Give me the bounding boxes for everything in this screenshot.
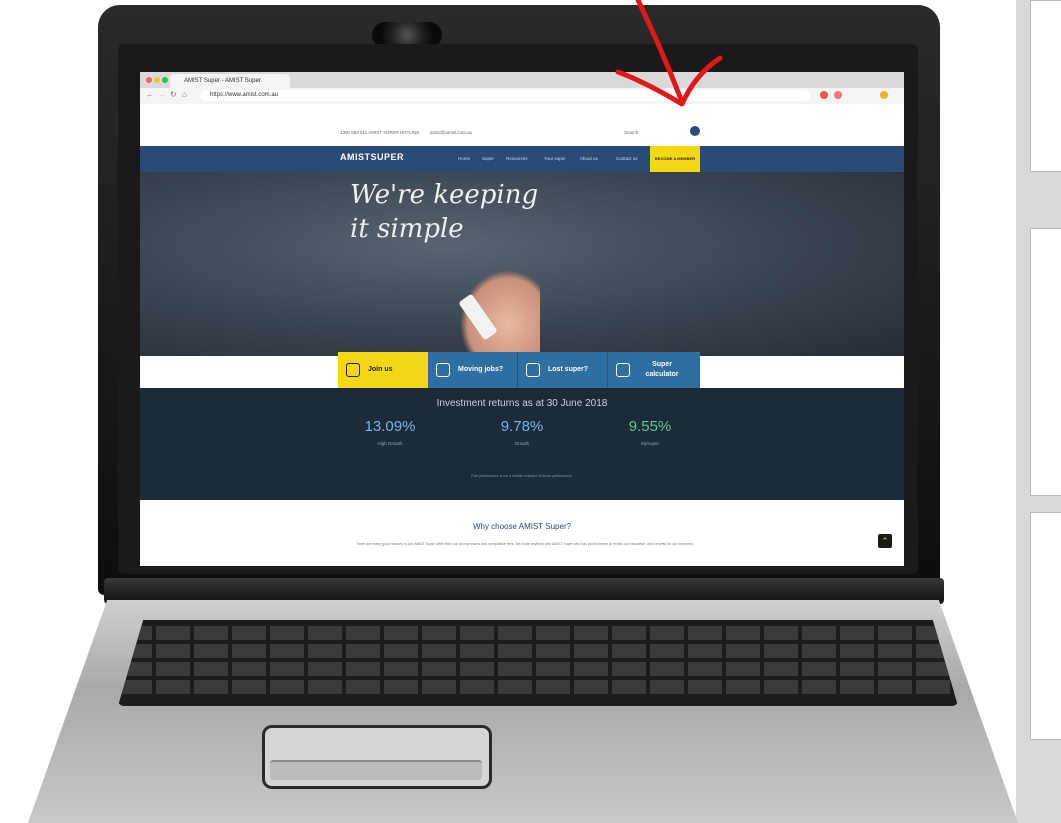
return-growth: 9.78% Growth xyxy=(462,418,582,446)
key-row xyxy=(118,644,958,658)
main-navigation: AMISTSUPER Home Super Resources Your sup… xyxy=(140,146,904,172)
site-logo[interactable]: AMISTSUPER xyxy=(340,152,404,162)
nav-item-contact[interactable]: Contact us xyxy=(616,156,638,161)
browser-tab-bar: AMIST Super - AMIST Super xyxy=(140,72,904,88)
forward-arrow-icon[interactable]: → xyxy=(158,90,166,99)
arrows-icon xyxy=(436,363,450,377)
why-choose-title: Why choose AMIST Super? xyxy=(472,522,572,531)
back-arrow-icon[interactable]: ← xyxy=(146,90,154,99)
calculator-icon xyxy=(616,363,630,377)
extension-icon[interactable] xyxy=(820,91,828,99)
touchpad-buttons xyxy=(270,760,482,780)
phone-link[interactable]: 1300 653 911 AMIST SUPER HOTLINE xyxy=(340,130,419,135)
hero-headline-line: We're keeping xyxy=(350,180,539,210)
return-value: 13.09% xyxy=(364,418,416,435)
nav-item-your-super[interactable]: Your super xyxy=(544,156,566,161)
key-row xyxy=(118,626,958,640)
nav-item-super[interactable]: Super xyxy=(482,156,494,161)
key-row xyxy=(118,662,958,676)
thumbnail-image xyxy=(1030,0,1061,172)
return-value: 9.55% xyxy=(628,418,672,435)
why-choose-body: There are many good reasons to join AMIS… xyxy=(356,542,694,546)
key-row xyxy=(118,680,958,694)
return-label: MySuper xyxy=(640,441,659,446)
investment-returns-section: Investment returns as at 30 June 2018 13… xyxy=(140,388,904,500)
search-input[interactable]: Search xyxy=(624,130,638,135)
hero-banner: We're keeping it simple xyxy=(140,172,904,360)
join-us-label: Join us xyxy=(368,366,393,373)
returns-disclaimer: Past performance is not a reliable indic… xyxy=(471,474,573,478)
join-us-button[interactable]: Join us xyxy=(338,352,428,388)
nav-item-resources[interactable]: Resources xyxy=(506,156,528,161)
lost-super-button[interactable]: Lost super? xyxy=(518,352,608,388)
scroll-to-top-button[interactable]: ⌃ xyxy=(878,534,892,548)
profile-icon[interactable] xyxy=(880,91,888,99)
search-icon xyxy=(526,363,540,377)
browser-toolbar: ← → ↻ ⌂ https://www.amist.com.au xyxy=(140,88,904,105)
handshake-icon xyxy=(346,363,360,377)
lost-super-label: Lost super? xyxy=(548,366,589,373)
become-member-button[interactable]: BECOME A MEMBER xyxy=(650,146,700,172)
home-icon[interactable]: ⌂ xyxy=(182,90,187,99)
thumbnail-image xyxy=(1030,512,1061,740)
hero-headline: We're keeping it simple xyxy=(350,178,538,246)
reload-icon[interactable]: ↻ xyxy=(170,90,177,99)
return-value: 9.78% xyxy=(500,418,544,435)
browser-tab[interactable]: AMIST Super - AMIST Super xyxy=(170,74,290,88)
hero-headline-line: it simple xyxy=(350,214,464,244)
site-top-info-bar: 1300 653 911 AMIST SUPER HOTLINE amist@a… xyxy=(140,104,904,146)
account-icon[interactable] xyxy=(690,126,700,136)
close-window-icon[interactable] xyxy=(146,77,152,83)
why-choose-section: Why choose AMIST Super? There are many g… xyxy=(140,500,904,566)
moving-jobs-label: Moving jobs? xyxy=(458,366,504,373)
nav-item-about[interactable]: About us xyxy=(580,156,598,161)
nav-item-home[interactable]: Home xyxy=(458,156,470,161)
maximize-window-icon[interactable] xyxy=(162,77,168,83)
email-link[interactable]: amist@amist.com.au xyxy=(430,130,472,135)
return-mysuper: 9.55% MySuper xyxy=(590,418,710,446)
keyboard xyxy=(118,620,958,706)
super-calculator-label: Super calculator xyxy=(645,361,679,378)
thumbnail-image xyxy=(1030,228,1061,496)
red-arrow-icon xyxy=(615,0,723,107)
super-calculator-button[interactable]: Super calculator xyxy=(608,352,700,388)
laptop-screen: AMIST Super - AMIST Super ← → ↻ ⌂ https:… xyxy=(140,72,904,566)
quick-actions: Join us Moving jobs? Lost super? Super c… xyxy=(338,352,700,388)
minimize-window-icon[interactable] xyxy=(154,77,160,83)
tab-title: AMIST Super - AMIST Super xyxy=(184,78,261,84)
moving-jobs-button[interactable]: Moving jobs? xyxy=(428,352,518,388)
extension-icon[interactable] xyxy=(834,91,842,99)
return-high-growth: 13.09% High Growth xyxy=(330,418,450,446)
return-label: High Growth xyxy=(377,441,403,446)
returns-title: Investment returns as at 30 June 2018 xyxy=(436,398,608,409)
return-label: Growth xyxy=(514,441,530,446)
